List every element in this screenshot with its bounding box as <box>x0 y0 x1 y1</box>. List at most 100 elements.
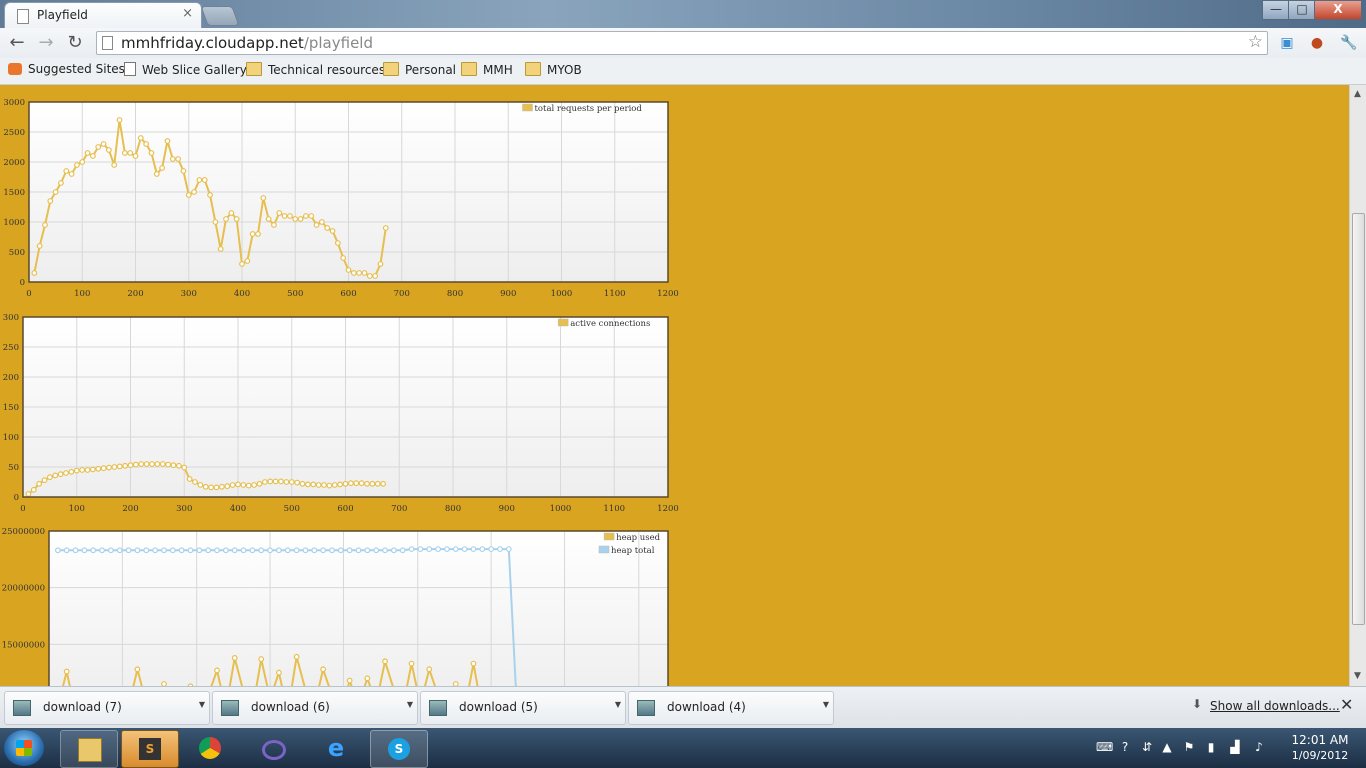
maximize-button[interactable]: □ <box>1288 0 1316 20</box>
data-point <box>470 660 477 667</box>
show-hidden-icons[interactable]: ▲ <box>1160 740 1174 754</box>
data-point <box>58 180 64 186</box>
download-item[interactable]: download (4) ▼ <box>628 691 834 725</box>
data-point <box>36 243 43 249</box>
scroll-up-icon[interactable]: ▲ <box>1354 89 1361 99</box>
data-point <box>369 480 376 487</box>
bookmark-technical-resources[interactable]: Technical resources <box>246 62 385 77</box>
clock-time[interactable]: 12:01 AM <box>1284 733 1356 747</box>
new-tab-button[interactable] <box>200 6 240 26</box>
close-downloads-icon[interactable]: ✕ <box>1340 695 1353 714</box>
data-point <box>364 480 370 487</box>
data-point <box>452 546 459 553</box>
page-icon <box>102 36 113 50</box>
data-point <box>364 675 371 682</box>
data-point <box>196 177 203 183</box>
data-point <box>107 547 114 554</box>
data-point <box>228 210 235 216</box>
page-content: 0 500 1000 1500 2000 2500 3000 0 100 200 300 400 500… <box>0 85 1349 686</box>
reload-button[interactable]: ↻ <box>63 32 87 54</box>
start-button[interactable] <box>4 730 44 766</box>
bookmark-web-slice-gallery[interactable]: Web Slice Gallery <box>124 62 247 77</box>
data-point <box>79 467 86 473</box>
forward-button[interactable]: → <box>34 32 58 54</box>
data-point <box>54 547 61 554</box>
network-icon[interactable]: ▟ <box>1228 740 1242 754</box>
visual-studio-icon[interactable] <box>245 730 301 766</box>
x-tick-label: 900 <box>500 289 516 299</box>
skype-icon[interactable]: S <box>370 730 428 768</box>
data-point <box>68 468 75 475</box>
y-tick-label: 300 <box>3 313 19 323</box>
action-center-flag-icon[interactable]: ⚑ <box>1182 740 1196 754</box>
chevron-down-icon[interactable]: ▼ <box>199 700 205 709</box>
explorer-icon[interactable] <box>60 730 118 768</box>
bookmark-star-icon[interactable]: ☆ <box>1248 32 1263 52</box>
data-point <box>143 141 150 147</box>
url-text[interactable]: mmhfriday.cloudapp.net/playfield <box>121 34 373 52</box>
download-item[interactable]: download (5) ▼ <box>420 691 626 725</box>
internet-explorer-icon[interactable]: e <box>308 730 364 766</box>
data-point <box>31 270 38 276</box>
y-tick-label: 200 <box>3 373 19 383</box>
chrome-icon[interactable] <box>182 730 238 766</box>
tab-playfield[interactable]: Playfield × <box>4 2 202 29</box>
scroll-thumb[interactable] <box>1352 213 1365 625</box>
vertical-scrollbar[interactable]: ▲ ▼ <box>1349 85 1366 686</box>
help-icon[interactable]: ? <box>1118 740 1132 754</box>
tab-close-icon[interactable]: × <box>182 6 193 21</box>
scroll-down-icon[interactable]: ▼ <box>1354 671 1361 681</box>
data-point <box>63 470 69 476</box>
data-point <box>187 547 194 554</box>
minimize-button[interactable]: — <box>1262 0 1290 20</box>
chevron-down-icon[interactable]: ▼ <box>615 700 621 709</box>
bookmark-personal[interactable]: Personal <box>383 62 456 77</box>
bookmark-mmh[interactable]: MMH <box>461 62 513 77</box>
data-point <box>180 168 187 174</box>
x-tick-label: 200 <box>127 289 143 299</box>
user-extension-icon[interactable]: ● <box>1308 34 1326 52</box>
data-point <box>382 547 388 554</box>
data-point <box>299 480 306 487</box>
y-tick-label: 250 <box>3 343 19 353</box>
bookmark-suggested-sites[interactable]: Suggested Sites <box>8 62 125 76</box>
data-point <box>244 258 251 264</box>
extension-icon[interactable]: ▣ <box>1278 34 1296 52</box>
data-point <box>267 547 273 554</box>
data-point <box>326 482 333 489</box>
screen: Playfield × — □ X ← → ↻ mmhfriday.clouda… <box>0 0 1366 768</box>
data-point <box>161 547 167 554</box>
address-bar[interactable]: mmhfriday.cloudapp.net/playfield ☆ <box>96 31 1268 55</box>
bookmark-myob[interactable]: MYOB <box>525 62 582 77</box>
data-point <box>63 168 70 174</box>
taskbar: S e S ⌨ ? ⇵ ▲ ⚑ ▮ ▟ ♪ 12:01 AM 1/09/2012 <box>0 728 1366 768</box>
volume-icon[interactable]: ♪ <box>1252 740 1266 754</box>
x-tick-label: 0 <box>20 504 25 514</box>
folder-icon <box>246 62 262 76</box>
chevron-down-icon[interactable]: ▼ <box>823 700 829 709</box>
data-point <box>265 216 272 222</box>
data-point <box>42 222 48 228</box>
data-point <box>497 546 503 553</box>
close-window-button[interactable]: X <box>1314 0 1362 20</box>
data-point <box>218 483 225 490</box>
data-point <box>132 461 139 468</box>
data-point <box>320 666 327 673</box>
chevron-down-icon[interactable]: ▼ <box>407 700 413 709</box>
download-item[interactable]: download (7) ▼ <box>4 691 210 725</box>
data-point <box>272 478 279 485</box>
data-point <box>320 547 327 554</box>
data-point <box>46 474 53 481</box>
show-all-downloads-link[interactable]: Show all downloads... <box>1210 699 1340 713</box>
data-point <box>356 270 363 276</box>
keyboard-icon[interactable]: ⌨ <box>1096 740 1113 754</box>
data-point <box>159 165 166 171</box>
language-icon[interactable]: ⇵ <box>1140 740 1154 754</box>
data-point <box>334 240 341 246</box>
power-icon[interactable]: ▮ <box>1204 740 1218 754</box>
wrench-icon[interactable]: 🔧 <box>1340 34 1358 52</box>
clock-date[interactable]: 1/09/2012 <box>1284 749 1356 762</box>
back-button[interactable]: ← <box>5 32 29 54</box>
sublime-text-icon[interactable]: S <box>121 730 179 768</box>
download-item[interactable]: download (6) ▼ <box>212 691 418 725</box>
